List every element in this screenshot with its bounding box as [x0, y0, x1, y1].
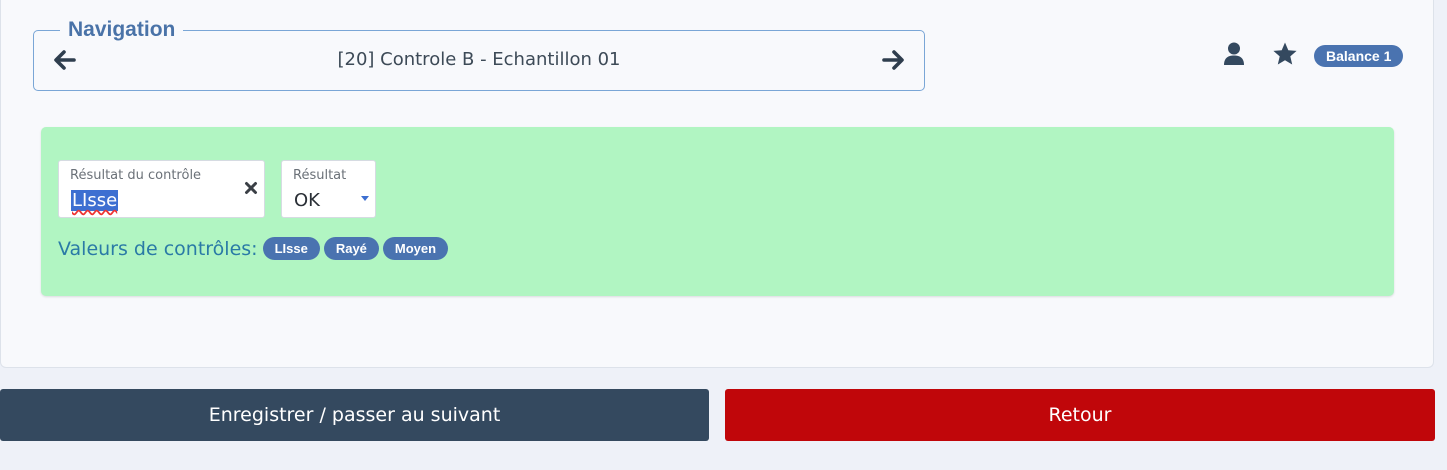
navigation-fieldset: Navigation [20] Controle B - Echantillon… [33, 18, 925, 91]
control-panel: Résultat du contrôle LIsse Résultat OK V… [41, 127, 1394, 296]
save-next-button[interactable]: Enregistrer / passer au suivant [0, 389, 709, 441]
navigation-title: [20] Controle B - Echantillon 01 [337, 49, 621, 70]
main-card: Navigation [20] Controle B - Echantillon… [0, 0, 1434, 368]
result-select-value: OK [294, 190, 320, 211]
value-chip-raye[interactable]: Rayé [323, 237, 379, 260]
arrow-right-icon[interactable] [880, 47, 906, 73]
value-chip-lisse[interactable]: LIsse [262, 237, 320, 260]
close-icon[interactable] [244, 181, 258, 195]
control-values-label: Valeurs de contrôles: [58, 237, 258, 260]
value-chip-moyen[interactable]: Moyen [382, 237, 449, 260]
caret-down-icon[interactable] [361, 188, 369, 201]
navigation-legend: Navigation [60, 18, 184, 42]
result-input-value[interactable]: LIsse [71, 190, 119, 211]
control-values-row: Valeurs de contrôles: LIsse Rayé Moyen [58, 237, 452, 260]
result-select-label: Résultat [293, 168, 347, 183]
user-icon[interactable] [1223, 42, 1245, 66]
result-input-label: Résultat du contrôle [70, 168, 202, 183]
result-input[interactable]: Résultat du contrôle LIsse [58, 160, 265, 218]
balance-badge: Balance 1 [1314, 45, 1404, 67]
star-icon[interactable] [1272, 41, 1298, 67]
back-button[interactable]: Retour [725, 389, 1435, 441]
result-select[interactable]: Résultat OK [281, 160, 376, 218]
